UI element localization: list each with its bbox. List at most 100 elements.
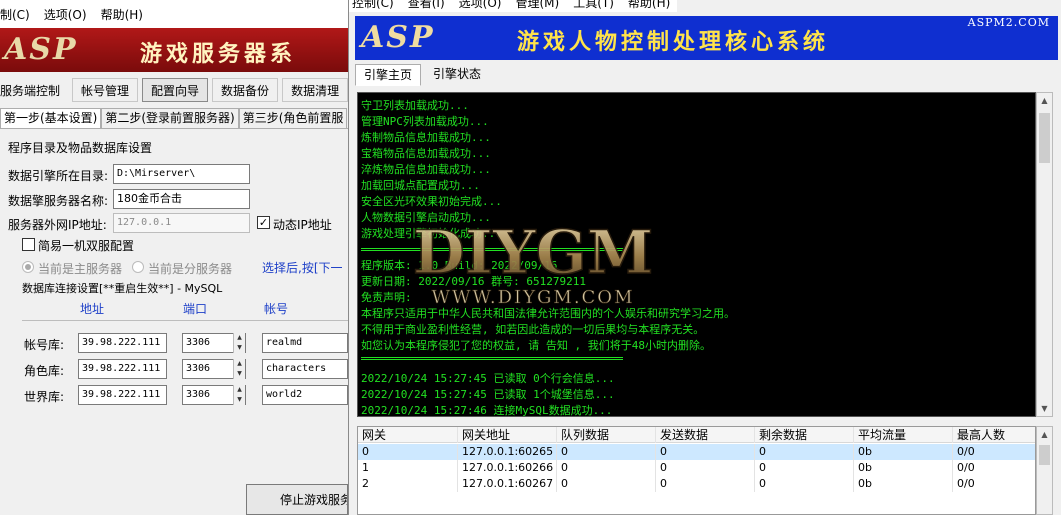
left-toolbar: 服务端控制 帐号管理 配置向导 数据备份 数据清理 [0,76,348,104]
scroll-thumb[interactable] [1039,445,1050,465]
menu-help[interactable]: 帮助(H) [94,6,150,23]
secondary-server-radio[interactable] [132,261,144,273]
col-sent[interactable]: 发送数据 [656,427,755,443]
cell-gateway: 0 [358,444,458,460]
ext-ip-input[interactable]: 127.0.0.1 [113,213,250,233]
account-db-addr[interactable]: 39.98.222.111 [78,333,167,353]
header-divider [22,320,348,321]
table-header: 网关 网关地址 队列数据 发送数据 剩余数据 平均流量 最高人数 [358,427,1035,443]
scroll-down-icon[interactable]: ▼ [1037,401,1052,416]
account-db-label: 帐号库: [24,338,65,352]
console-scrollbar[interactable]: ▲ ▼ [1036,92,1053,417]
engine-log-console: 守卫列表加载成功... 管理NPC列表加载成功... 炼制物品信息加载成功...… [357,92,1036,417]
world-db-port-stepper[interactable]: ▲ ▼ [233,385,245,405]
engine-tabs: 引擎主页 引擎状态 [355,64,489,86]
role-db-port-stepper[interactable]: ▲ ▼ [233,359,245,379]
tab-step-3[interactable]: 第三步(角色前置服 [238,108,348,128]
log-line: 宝箱物品信息加载成功... [361,147,491,160]
cell-sent: 0 [656,444,755,460]
banner-site: ASPM2.COM [967,16,1050,29]
section-title: 程序目录及物品数据库设置 [8,141,153,155]
log-line: 程序版本: 1.0 Build: 2022/09/16 [361,259,558,272]
log-line: 2022/10/24 15:27:45 已读取 0个行会信息... [361,372,615,385]
menu-manage[interactable]: 管理(M) [508,0,566,11]
cell-max-users: 0/0 [953,460,1035,476]
log-line: 守卫列表加载成功... [361,99,469,112]
server-name-input[interactable]: 180金币合击 [113,189,250,209]
left-menubar: 制(C) 选项(O) 帮助(H) [0,0,348,28]
col-port: 端口 [183,302,208,316]
menu-options[interactable]: 选项(O) [37,6,94,23]
account-db-port-stepper[interactable]: ▲ ▼ [233,333,245,353]
scroll-up-icon[interactable]: ▲ [1037,93,1052,108]
log-separator [361,248,623,251]
cell-avg-flow: 0b [854,460,953,476]
tab-engine-status[interactable]: 引擎状态 [425,64,489,86]
cell-gateway: 1 [358,460,458,476]
cell-queue: 0 [557,460,656,476]
primary-server-label: 当前是主服务器 [38,262,123,276]
cell-max-users: 0/0 [953,444,1035,460]
asp-logo: ASP [361,20,435,55]
role-db-addr[interactable]: 39.98.222.111 [78,359,167,379]
log-line: 炼制物品信息加载成功... [361,131,491,144]
dynamic-ip-checkbox[interactable]: ✓ [257,216,270,229]
account-db-user[interactable]: realmd [262,333,348,353]
log-separator [361,357,623,360]
cell-gateway: 2 [358,476,458,492]
cell-avg-flow: 0b [854,476,953,492]
wizard-steps: 第一步(基本设置) 第二步(登录前置服务器) 第三步(角色前置服 [0,108,348,128]
scroll-thumb[interactable] [1039,113,1050,163]
world-db-user[interactable]: world2 [262,385,348,405]
col-gateway-addr[interactable]: 网关地址 [458,427,557,443]
col-avg-flow[interactable]: 平均流量 [854,427,953,443]
next-hint: 选择后,按[下一 [262,261,343,275]
log-line: 管理NPC列表加载成功... [361,115,489,128]
stop-server-button[interactable]: 停止游戏服务 [246,484,348,515]
menu-control[interactable]: 制(C) [0,6,37,23]
cell-addr: 127.0.0.1:60265 [458,444,557,460]
log-line: 不得用于商业盈利性经营, 如若因此造成的一切后果均与本程序无关。 [361,323,705,336]
log-line: 2022/10/24 15:27:45 已读取 1个城堡信息... [361,388,615,401]
col-queue[interactable]: 队列数据 [557,427,656,443]
table-scrollbar[interactable]: ▲ [1036,426,1053,515]
cell-avg-flow: 0b [854,444,953,460]
log-line: 游戏处理引擎初始化成功... [361,227,502,240]
log-line: 更新日期: 2022/09/16 群号: 651279211 [361,275,586,288]
tab-step-1[interactable]: 第一步(基本设置) [0,108,102,128]
col-max-users[interactable]: 最高人数 [953,427,1035,443]
tab-engine-home[interactable]: 引擎主页 [355,64,422,86]
banner-title: 游戏服务器系 [140,42,297,67]
left-banner: ASP 游戏服务器系 [0,28,348,72]
primary-server-radio[interactable] [22,261,34,273]
server-control-button[interactable]: 服务端控制 [0,78,69,102]
col-gateway[interactable]: 网关 [358,427,458,443]
data-cleanup-button[interactable]: 数据清理 [282,78,348,102]
tab-step-2[interactable]: 第二步(登录前置服务器) [101,108,239,128]
dual-server-checkbox[interactable] [22,238,35,251]
scroll-up-icon[interactable]: ▲ [1037,427,1052,442]
config-wizard-button[interactable]: 配置向导 [142,78,209,102]
log-line: 2022/10/24 15:27:46 连接MySQL数据成功... [361,404,613,417]
menu-view[interactable]: 查看(I) [401,0,452,11]
db-settings-title: 数据库连接设置[**重启生效**] - MySQL [22,282,223,295]
table-row[interactable]: 0 127.0.0.1:60265 0 0 0 0b 0/0 [358,444,1035,460]
cell-queue: 0 [557,444,656,460]
menu-help[interactable]: 帮助(H) [621,0,677,11]
world-db-addr[interactable]: 39.98.222.111 [78,385,167,405]
menu-options[interactable]: 选项(O) [452,0,509,11]
menu-control[interactable]: 控制(C) [349,0,401,11]
table-row[interactable]: 1 127.0.0.1:60266 0 0 0 0b 0/0 [358,460,1035,476]
role-db-user[interactable]: characters [262,359,348,379]
account-manage-button[interactable]: 帐号管理 [72,78,139,102]
data-dir-input[interactable]: D:\Mirserver\ [113,164,250,184]
table-row[interactable]: 2 127.0.0.1:60267 0 0 0 0b 0/0 [358,476,1035,492]
col-remaining[interactable]: 剩余数据 [755,427,854,443]
world-db-label: 世界库: [24,390,65,404]
cell-sent: 0 [656,476,755,492]
basic-settings-panel: 程序目录及物品数据库设置 数据引擎所在目录: D:\Mirserver\ 数据擎… [0,128,348,428]
engine-window: 控制(C) 查看(I) 选项(O) 管理(M) 工具(T) 帮助(H) ASP … [348,0,1061,515]
menu-tools[interactable]: 工具(T) [566,0,621,11]
data-backup-button[interactable]: 数据备份 [212,78,279,102]
col-address: 地址 [80,302,105,316]
